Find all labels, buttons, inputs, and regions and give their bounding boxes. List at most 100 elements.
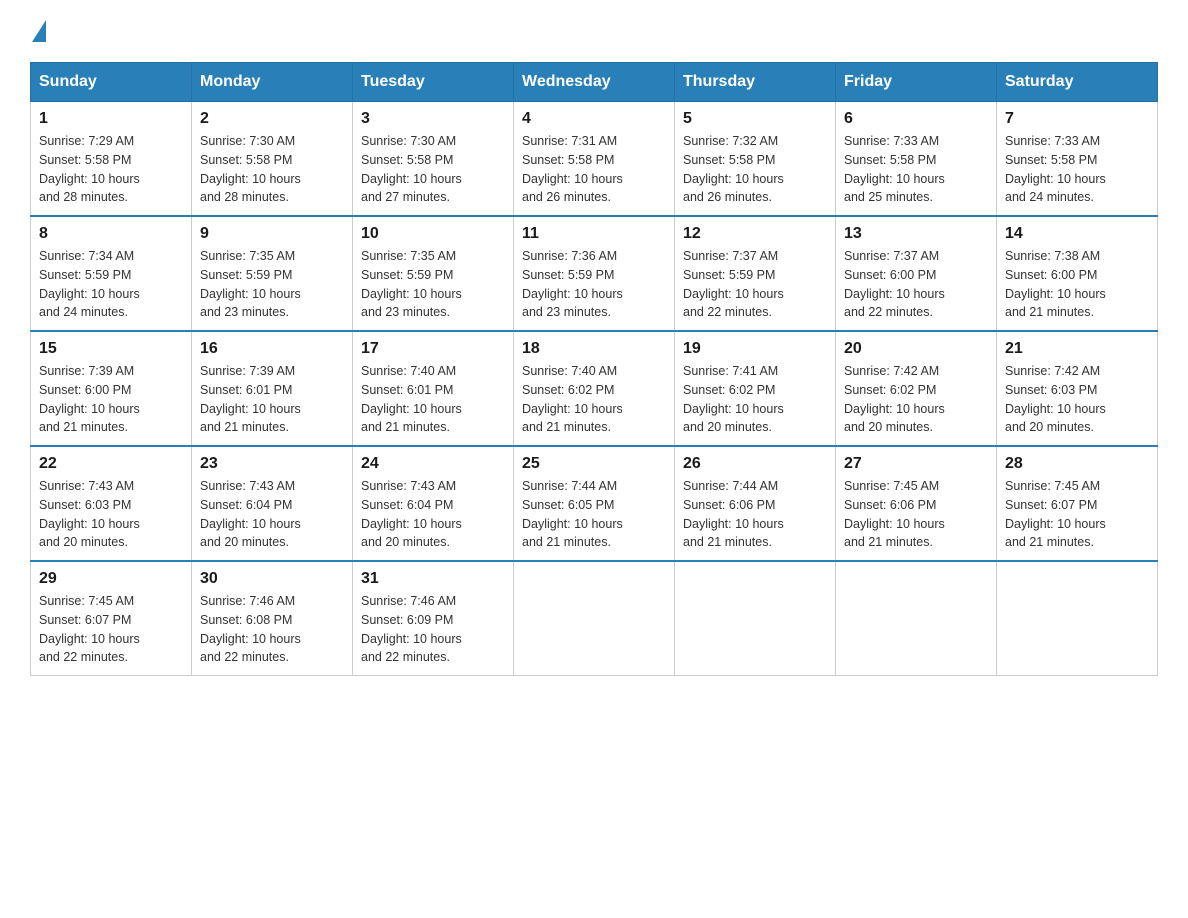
calendar-cell: 1 Sunrise: 7:29 AMSunset: 5:58 PMDaylight… xyxy=(31,102,192,217)
weekday-header-wednesday: Wednesday xyxy=(514,63,675,102)
weekday-header-monday: Monday xyxy=(192,63,353,102)
calendar-cell: 19 Sunrise: 7:41 AMSunset: 6:02 PMDayligh… xyxy=(675,331,836,446)
day-number: 5 xyxy=(683,110,827,128)
day-number: 1 xyxy=(39,110,183,128)
calendar-cell: 5 Sunrise: 7:32 AMSunset: 5:58 PMDaylight… xyxy=(675,102,836,217)
calendar-cell: 8 Sunrise: 7:34 AMSunset: 5:59 PMDaylight… xyxy=(31,216,192,331)
day-info: Sunrise: 7:29 AMSunset: 5:58 PMDaylight:… xyxy=(39,132,183,207)
day-number: 31 xyxy=(361,570,505,588)
day-info: Sunrise: 7:39 AMSunset: 6:01 PMDaylight:… xyxy=(200,362,344,437)
day-info: Sunrise: 7:39 AMSunset: 6:00 PMDaylight:… xyxy=(39,362,183,437)
calendar-cell: 15 Sunrise: 7:39 AMSunset: 6:00 PMDayligh… xyxy=(31,331,192,446)
day-number: 6 xyxy=(844,110,988,128)
day-number: 30 xyxy=(200,570,344,588)
day-info: Sunrise: 7:43 AMSunset: 6:03 PMDaylight:… xyxy=(39,477,183,552)
day-info: Sunrise: 7:38 AMSunset: 6:00 PMDaylight:… xyxy=(1005,247,1149,322)
calendar-cell: 9Sunrise: 7:35 AMSunset: 5:59 PMDaylight… xyxy=(192,216,353,331)
calendar-week-row: 8 Sunrise: 7:34 AMSunset: 5:59 PMDaylight… xyxy=(31,216,1158,331)
calendar-cell: 24Sunrise: 7:43 AMSunset: 6:04 PMDayligh… xyxy=(353,446,514,561)
day-number: 12 xyxy=(683,225,827,243)
day-info: Sunrise: 7:34 AMSunset: 5:59 PMDaylight:… xyxy=(39,247,183,322)
calendar-cell: 3Sunrise: 7:30 AMSunset: 5:58 PMDaylight… xyxy=(353,102,514,217)
day-number: 26 xyxy=(683,455,827,473)
calendar-cell: 4 Sunrise: 7:31 AMSunset: 5:58 PMDaylight… xyxy=(514,102,675,217)
day-number: 18 xyxy=(522,340,666,358)
day-info: Sunrise: 7:32 AMSunset: 5:58 PMDaylight:… xyxy=(683,132,827,207)
day-info: Sunrise: 7:40 AMSunset: 6:02 PMDaylight:… xyxy=(522,362,666,437)
day-info: Sunrise: 7:30 AMSunset: 5:58 PMDaylight:… xyxy=(200,132,344,207)
day-number: 27 xyxy=(844,455,988,473)
day-info: Sunrise: 7:33 AMSunset: 5:58 PMDaylight:… xyxy=(1005,132,1149,207)
calendar-cell: 2 Sunrise: 7:30 AMSunset: 5:58 PMDaylight… xyxy=(192,102,353,217)
day-info: Sunrise: 7:31 AMSunset: 5:58 PMDaylight:… xyxy=(522,132,666,207)
day-info: Sunrise: 7:44 AMSunset: 6:06 PMDaylight:… xyxy=(683,477,827,552)
day-number: 16 xyxy=(200,340,344,358)
calendar-cell: 28 Sunrise: 7:45 AMSunset: 6:07 PMDayligh… xyxy=(997,446,1158,561)
logo xyxy=(30,20,48,42)
calendar-cell xyxy=(997,561,1158,676)
day-info: Sunrise: 7:41 AMSunset: 6:02 PMDaylight:… xyxy=(683,362,827,437)
day-info: Sunrise: 7:40 AMSunset: 6:01 PMDaylight:… xyxy=(361,362,505,437)
day-number: 13 xyxy=(844,225,988,243)
day-info: Sunrise: 7:45 AMSunset: 6:07 PMDaylight:… xyxy=(39,592,183,667)
weekday-header-tuesday: Tuesday xyxy=(353,63,514,102)
day-number: 3 xyxy=(361,110,505,128)
day-number: 25 xyxy=(522,455,666,473)
day-info: Sunrise: 7:37 AMSunset: 5:59 PMDaylight:… xyxy=(683,247,827,322)
day-number: 23 xyxy=(200,455,344,473)
day-number: 22 xyxy=(39,455,183,473)
day-number: 2 xyxy=(200,110,344,128)
calendar-cell: 27 Sunrise: 7:45 AMSunset: 6:06 PMDayligh… xyxy=(836,446,997,561)
day-number: 8 xyxy=(39,225,183,243)
calendar-cell: 18 Sunrise: 7:40 AMSunset: 6:02 PMDayligh… xyxy=(514,331,675,446)
day-info: Sunrise: 7:37 AMSunset: 6:00 PMDaylight:… xyxy=(844,247,988,322)
calendar-cell: 25 Sunrise: 7:44 AMSunset: 6:05 PMDayligh… xyxy=(514,446,675,561)
calendar-cell: 14 Sunrise: 7:38 AMSunset: 6:00 PMDayligh… xyxy=(997,216,1158,331)
day-number: 10 xyxy=(361,225,505,243)
calendar-table: SundayMondayTuesdayWednesdayThursdayFrid… xyxy=(30,62,1158,676)
calendar-cell: 26 Sunrise: 7:44 AMSunset: 6:06 PMDayligh… xyxy=(675,446,836,561)
weekday-header-friday: Friday xyxy=(836,63,997,102)
page-header xyxy=(30,20,1158,42)
day-info: Sunrise: 7:43 AMSunset: 6:04 PMDaylight:… xyxy=(200,477,344,552)
calendar-cell: 29 Sunrise: 7:45 AMSunset: 6:07 PMDayligh… xyxy=(31,561,192,676)
day-info: Sunrise: 7:45 AMSunset: 6:06 PMDaylight:… xyxy=(844,477,988,552)
weekday-header-row: SundayMondayTuesdayWednesdayThursdayFrid… xyxy=(31,63,1158,102)
day-info: Sunrise: 7:33 AMSunset: 5:58 PMDaylight:… xyxy=(844,132,988,207)
calendar-cell xyxy=(836,561,997,676)
calendar-cell: 13 Sunrise: 7:37 AMSunset: 6:00 PMDayligh… xyxy=(836,216,997,331)
calendar-week-row: 1 Sunrise: 7:29 AMSunset: 5:58 PMDaylight… xyxy=(31,102,1158,217)
calendar-cell: 23 Sunrise: 7:43 AMSunset: 6:04 PMDayligh… xyxy=(192,446,353,561)
calendar-week-row: 22 Sunrise: 7:43 AMSunset: 6:03 PMDayligh… xyxy=(31,446,1158,561)
day-number: 29 xyxy=(39,570,183,588)
day-info: Sunrise: 7:46 AMSunset: 6:09 PMDaylight:… xyxy=(361,592,505,667)
day-number: 28 xyxy=(1005,455,1149,473)
calendar-cell: 10Sunrise: 7:35 AMSunset: 5:59 PMDayligh… xyxy=(353,216,514,331)
day-number: 4 xyxy=(522,110,666,128)
day-info: Sunrise: 7:42 AMSunset: 6:02 PMDaylight:… xyxy=(844,362,988,437)
logo-triangle-icon xyxy=(32,20,46,42)
day-number: 20 xyxy=(844,340,988,358)
weekday-header-saturday: Saturday xyxy=(997,63,1158,102)
day-info: Sunrise: 7:46 AMSunset: 6:08 PMDaylight:… xyxy=(200,592,344,667)
day-info: Sunrise: 7:36 AMSunset: 5:59 PMDaylight:… xyxy=(522,247,666,322)
calendar-cell: 17 Sunrise: 7:40 AMSunset: 6:01 PMDayligh… xyxy=(353,331,514,446)
weekday-header-thursday: Thursday xyxy=(675,63,836,102)
calendar-cell: 7 Sunrise: 7:33 AMSunset: 5:58 PMDaylight… xyxy=(997,102,1158,217)
day-number: 11 xyxy=(522,225,666,243)
day-info: Sunrise: 7:45 AMSunset: 6:07 PMDaylight:… xyxy=(1005,477,1149,552)
day-number: 15 xyxy=(39,340,183,358)
day-number: 17 xyxy=(361,340,505,358)
calendar-cell: 11 Sunrise: 7:36 AMSunset: 5:59 PMDayligh… xyxy=(514,216,675,331)
calendar-cell: 16 Sunrise: 7:39 AMSunset: 6:01 PMDayligh… xyxy=(192,331,353,446)
day-number: 24 xyxy=(361,455,505,473)
calendar-week-row: 29 Sunrise: 7:45 AMSunset: 6:07 PMDayligh… xyxy=(31,561,1158,676)
day-number: 9 xyxy=(200,225,344,243)
calendar-cell: 22 Sunrise: 7:43 AMSunset: 6:03 PMDayligh… xyxy=(31,446,192,561)
calendar-cell: 21Sunrise: 7:42 AMSunset: 6:03 PMDayligh… xyxy=(997,331,1158,446)
calendar-cell xyxy=(675,561,836,676)
day-info: Sunrise: 7:44 AMSunset: 6:05 PMDaylight:… xyxy=(522,477,666,552)
day-number: 19 xyxy=(683,340,827,358)
day-number: 14 xyxy=(1005,225,1149,243)
day-number: 7 xyxy=(1005,110,1149,128)
